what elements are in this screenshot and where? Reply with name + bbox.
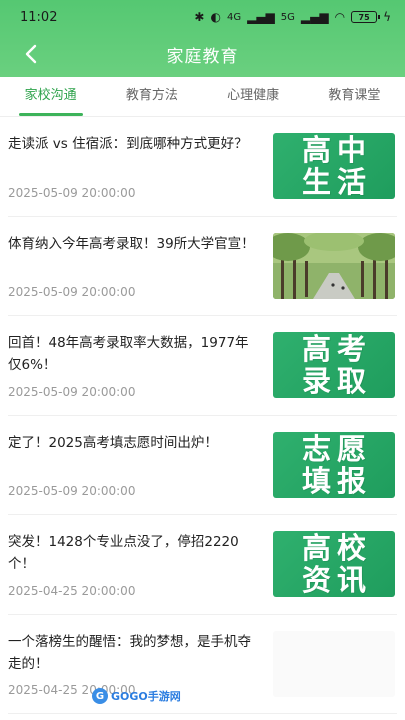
charging-icon: ϟ [383,10,391,24]
thumbnail-text: 填报 [301,463,372,498]
tab-mental-health[interactable]: 心理健康 [203,77,304,116]
wifi-icon: ◠ [334,10,346,24]
tab-education-class[interactable]: 教育课堂 [304,77,405,116]
article-thumbnail: 高中 生活 [273,133,395,199]
article-title: 走读派 vs 住宿派：到底哪种方式更好？ [8,136,248,152]
thumbnail-text: 资讯 [301,563,372,597]
article-thumbnail: 高考 录取 [273,332,395,398]
article-date: 2025-05-09 20:00:00 [8,185,136,200]
watermark-icon: G [92,688,108,704]
thumbnail-text: 志愿 [301,431,372,466]
tab-home-school[interactable]: 家校沟通 [0,77,101,116]
list-item[interactable]: 定了！2025高考填志愿时间出炉！ 2025-05-09 20:00:00 志愿… [8,416,397,515]
list-item[interactable]: 体育纳入今年高考录取！39所大学官宣！ 2025-05-09 20:00:00 [8,217,397,316]
app-header: 11:02 ✱ ◐ 4G ▂▄▆ 5G ▂▄▆ ◠ 75 ϟ 家庭教育 [0,0,405,77]
list-item[interactable]: 突发！1428个专业点没了，停招2220个！ 2025-04-25 20:00:… [8,515,397,615]
bluetooth-icon: ✱ [194,10,205,24]
tab-bar: 家校沟通 教育方法 心理健康 教育课堂 [0,77,405,117]
battery-icon: 75 [351,11,381,23]
article-thumbnail-photo [273,232,395,299]
network-label: 4G [226,11,242,23]
article-date: 2025-05-09 20:00:00 [8,484,136,498]
status-bar: 11:02 ✱ ◐ 4G ▂▄▆ 5G ▂▄▆ ◠ 75 ϟ [0,0,405,34]
status-icons: ✱ ◐ 4G ▂▄▆ 5G ▂▄▆ ◠ 75 ϟ [194,11,391,23]
thumbnail-text: 录取 [301,364,372,398]
signal-icon-2: ▂▄▆ [300,10,329,24]
nav-bar: 家庭教育 [0,34,405,74]
list-item[interactable]: 一个落榜生的醒悟：我的梦想，是手机夺走的！ 2025-04-25 20:00:0… [8,615,397,714]
thumbnail-text: 高考 [301,332,372,366]
article-thumbnail [273,630,395,697]
network-label-2: 5G [280,11,295,23]
article-title: 体育纳入今年高考录取！39所大学官宣！ [8,235,255,252]
page-title: 家庭教育 [166,46,239,67]
article-thumbnail: 高校 资讯 [273,531,395,597]
list-item[interactable]: 回首！48年高考录取率大数据，1977年仅6%！ 2025-05-09 20:0… [8,316,397,416]
article-title: 突发！1428个专业点没了，停招2220个！ [8,534,239,572]
status-time: 11:02 [20,9,58,25]
watermark-logo: G GOGO手游网 [92,688,181,704]
article-date: 2025-05-09 20:00:00 [8,384,136,399]
tree-avenue-photo [273,232,395,299]
chevron-left-icon [25,44,37,64]
watermark-text: GOGO手游网 [111,690,181,703]
article-list: 走读派 vs 住宿派：到底哪种方式更好？ 2025-05-09 20:00:00… [0,117,405,714]
article-title: 定了！2025高考填志愿时间出炉！ [8,434,218,451]
list-item[interactable]: 走读派 vs 住宿派：到底哪种方式更好？ 2025-05-09 20:00:00… [8,117,397,217]
article-title: 一个落榜生的醒悟：我的梦想，是手机夺走的！ [8,633,251,672]
article-title: 回首！48年高考录取率大数据，1977年仅6%！ [8,335,249,373]
thumbnail-text: 生活 [301,165,372,199]
signal-icon: ▂▄▆ [247,10,275,24]
article-thumbnail: 志愿 填报 [273,431,395,498]
tab-education-methods[interactable]: 教育方法 [101,77,202,116]
thumbnail-text: 高中 [301,133,372,167]
article-date: 2025-04-25 20:00:00 [8,583,136,598]
thumbnail-text: 高校 [301,531,372,565]
article-date: 2025-05-09 20:00:00 [8,285,136,299]
nfc-icon: ◐ [210,10,221,24]
back-button[interactable] [16,38,46,70]
